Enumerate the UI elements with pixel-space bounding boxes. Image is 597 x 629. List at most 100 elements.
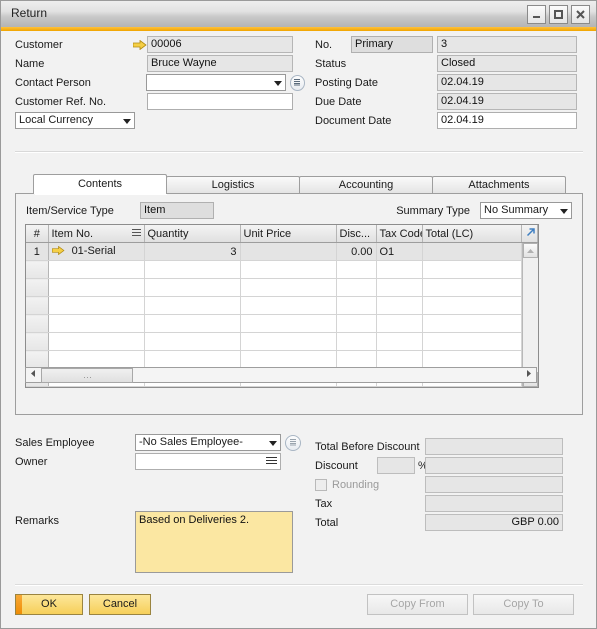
remarks-textarea[interactable]: Based on Deliveries 2. [135,511,293,573]
maximize-button[interactable] [549,5,568,24]
table-row[interactable] [26,296,538,315]
col-header-item-no-label: Item No. [51,227,94,240]
line-items-table: # Item No. Quantity Unit Price Disc... T… [26,225,538,387]
name-field[interactable]: Bruce Wayne [147,55,293,72]
customer-label: Customer [15,38,63,51]
grid-expand-button[interactable] [521,225,538,243]
summary-type-value: No Summary [484,204,549,216]
col-header-item-no[interactable]: Item No. [48,225,145,243]
total-before-discount-field [425,438,563,455]
discount-percent-field[interactable] [377,457,415,474]
tab-attachments[interactable]: Attachments [432,176,566,194]
grid-body: 1 01-Serial 3 0.00 O1 [26,242,538,387]
chevron-down-icon [269,441,277,446]
total-before-discount-label: Total Before Discount [315,440,420,453]
status-label: Status [315,57,347,70]
posting-date-field[interactable]: 02.04.19 [437,74,577,91]
scroll-left-button[interactable] [26,368,40,382]
sales-employee-list-button[interactable] [285,434,301,451]
customer-ref-row: Customer Ref. No. [15,92,305,111]
table-row[interactable] [26,332,538,351]
column-menu-icon[interactable] [131,229,141,238]
title-accent-bar [1,27,596,31]
close-button[interactable] [571,5,590,24]
col-header-unit-price[interactable]: Unit Price [240,225,337,243]
return-dialog-window: Return Customer 00006 Name Bruce Wayne C… [0,0,597,629]
tab-logistics[interactable]: Logistics [166,176,300,194]
sales-employee-combo[interactable]: -No Sales Employee- [135,434,281,451]
owner-list-icon[interactable] [266,457,277,466]
col-header-num[interactable]: # [26,225,49,243]
col-header-tax-code[interactable]: Tax Code [376,225,423,243]
owner-field[interactable] [135,453,281,470]
table-row[interactable]: 1 01-Serial 3 0.00 O1 [26,242,538,261]
sales-employee-label: Sales Employee [15,436,95,449]
table-row[interactable] [26,314,538,333]
name-row: Name Bruce Wayne [15,54,305,73]
tab-contents[interactable]: Contents [33,174,167,194]
table-row[interactable] [26,260,538,279]
cell-total-lc[interactable] [422,242,522,261]
posting-date-row: Posting Date 02.04.19 [315,73,585,92]
scroll-up-button[interactable] [523,243,538,258]
footer-divider [15,584,583,586]
total-row: Total GBP 0.00 [315,513,587,532]
grid-vertical-scrollbar[interactable] [522,243,538,387]
discount-row: Discount % [315,456,587,475]
due-date-label: Due Date [315,95,362,108]
table-row[interactable] [26,278,538,297]
list-lines-icon [293,77,301,89]
header-divider [15,151,583,153]
name-label: Name [15,57,45,70]
maximize-icon [554,10,563,19]
due-date-field[interactable]: 02.04.19 [437,93,577,110]
cancel-button[interactable]: Cancel [89,594,151,615]
item-service-type-group: Item/Service Type Item [26,202,214,219]
status-row: Status Closed [315,54,585,73]
due-date-row: Due Date 02.04.19 [315,92,585,111]
contact-person-row: Contact Person [15,73,305,92]
grid-header-row: # Item No. Quantity Unit Price Disc... T… [26,225,538,243]
tax-label: Tax [315,497,333,510]
contact-person-combo[interactable] [146,74,286,91]
cell-discount[interactable]: 0.00 [336,242,377,261]
grid-horizontal-scrollbar[interactable] [25,367,537,383]
document-date-field[interactable]: 02.04.19 [437,112,577,129]
table-row[interactable] [26,350,538,369]
posting-date-label: Posting Date [315,76,378,89]
total-label: Total [315,516,339,529]
ok-button[interactable]: OK [15,594,83,615]
no-series-field[interactable]: Primary [351,36,433,53]
customer-link-arrow-icon[interactable] [132,39,147,50]
sales-employee-row: Sales Employee -No Sales Employee- [15,433,305,452]
item-service-type-field[interactable]: Item [140,202,214,219]
minimize-button[interactable] [527,5,546,24]
header-right-fields: No. Primary 3 Status Closed Posting Date… [315,35,585,130]
item-link-arrow-icon[interactable] [51,245,65,258]
horizontal-scroll-thumb[interactable] [41,367,133,383]
tab-strip: Contents Logistics Accounting Attachment… [15,174,583,194]
cell-quantity[interactable]: 3 [144,242,241,261]
customer-field[interactable]: 00006 [147,36,293,53]
col-header-quantity[interactable]: Quantity [144,225,241,243]
cell-tax-code[interactable]: O1 [376,242,423,261]
local-currency-combo[interactable]: Local Currency [15,112,135,129]
copy-to-button: Copy To [473,594,574,615]
no-value-field[interactable]: 3 [437,36,577,53]
currency-row: Local Currency [15,111,305,130]
cell-item-no[interactable]: 01-Serial [48,242,145,261]
expand-arrow-icon [525,228,537,241]
item-service-type-label: Item/Service Type [26,204,114,217]
customer-ref-field[interactable] [147,93,293,110]
summary-type-combo[interactable]: No Summary [480,202,572,219]
cell-unit-price[interactable] [240,242,337,261]
customer-ref-label: Customer Ref. No. [15,95,107,108]
chevron-down-icon [123,119,131,124]
scroll-right-button[interactable] [522,368,536,382]
contact-person-list-button[interactable] [289,74,305,91]
total-field: GBP 0.00 [425,514,563,531]
customer-row: Customer 00006 [15,35,305,54]
col-header-discount[interactable]: Disc... [336,225,377,243]
tab-accounting[interactable]: Accounting [299,176,433,194]
col-header-total-lc[interactable]: Total (LC) [422,225,522,243]
